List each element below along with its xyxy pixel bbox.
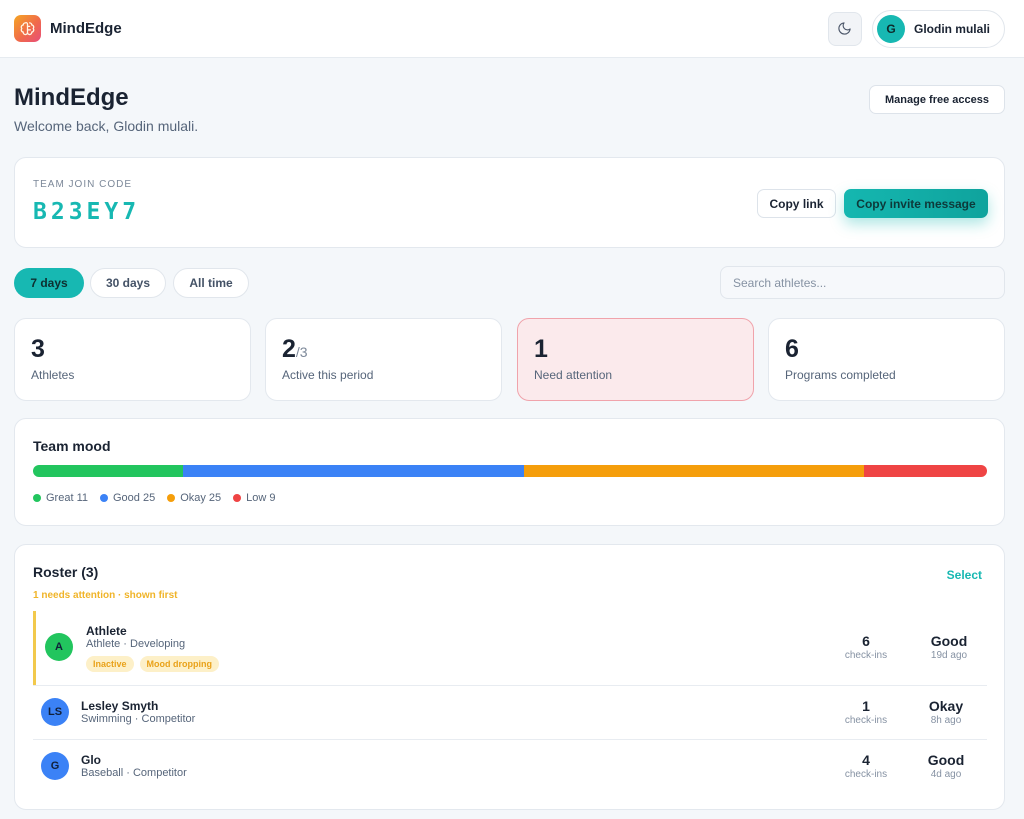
stat-programs: 6 Programs completed: [768, 318, 1005, 401]
table-row[interactable]: A Athlete Athlete · Developing Inactive …: [33, 611, 987, 685]
checkins-label: check-ins: [844, 650, 888, 661]
brain-icon: [14, 15, 41, 42]
stat-label: Need attention: [534, 368, 613, 382]
good-dot-icon: [100, 494, 108, 502]
stat-label: Active this period: [282, 368, 374, 382]
athlete-name: Athlete: [86, 624, 127, 638]
mood-title: Team mood: [33, 438, 111, 454]
legend-label: Low 9: [246, 492, 276, 504]
stat-value: 1: [534, 335, 548, 363]
stat-value: 6: [785, 335, 799, 363]
checkins-label: check-ins: [844, 769, 888, 780]
page-title: MindEdge: [14, 84, 129, 111]
mood-segment-low: [864, 465, 987, 477]
avatar: G: [41, 752, 69, 780]
attention-note: 1 needs attention · shown first: [33, 590, 178, 601]
copy-link-button[interactable]: Copy link: [757, 189, 836, 218]
manage-free-access-button[interactable]: Manage free access: [869, 85, 1005, 114]
brand[interactable]: MindEdge: [14, 15, 122, 42]
stat-athletes: 3 Athletes: [14, 318, 251, 401]
avatar: A: [45, 633, 73, 661]
stat-label: Programs completed: [785, 368, 896, 382]
last-seen: 4d ago: [930, 769, 962, 780]
athlete-meta: Athlete · Developing: [86, 638, 186, 650]
copy-invite-button[interactable]: Copy invite message: [844, 189, 988, 218]
roster-title: Roster (3): [33, 564, 99, 580]
roster-card: Roster (3) Select 1 needs attention · sh…: [14, 544, 1005, 810]
mood-value: Okay: [928, 698, 964, 714]
stat-value: 2: [282, 335, 296, 363]
tag-mood-dropping: Mood dropping: [139, 656, 220, 672]
legend-label: Great 11: [46, 492, 88, 504]
avatar: G: [876, 14, 905, 43]
mood-segment-great: [33, 465, 183, 477]
avatar: LS: [41, 698, 69, 726]
legend-okay: Okay 25: [167, 492, 221, 504]
search-input[interactable]: [720, 266, 1005, 299]
stat-need-attention[interactable]: 1 Need attention: [517, 318, 754, 401]
mood-value: Good: [927, 752, 965, 768]
filter-7-days[interactable]: 7 days: [14, 268, 84, 298]
stat-label: Athletes: [31, 368, 75, 382]
checkins-label: check-ins: [844, 715, 888, 726]
join-code: B23EY7: [33, 199, 141, 225]
athlete-name: Glo: [81, 753, 101, 767]
stat-sub: /3: [295, 344, 308, 360]
low-dot-icon: [233, 494, 242, 502]
table-row[interactable]: G Glo Baseball · Competitor 4 check-ins …: [33, 739, 987, 793]
welcome-text: Welcome back, Glodin mulali.: [14, 118, 199, 134]
mood-legend: Great 11 Good 25 Okay 25 Low 9: [33, 492, 276, 504]
filter-all-time[interactable]: All time: [173, 268, 249, 298]
theme-toggle-button[interactable]: [827, 11, 862, 46]
legend-label: Okay 25: [180, 492, 222, 504]
great-dot-icon: [33, 494, 41, 502]
filter-30-days[interactable]: 30 days: [90, 268, 166, 298]
brand-name: MindEdge: [50, 20, 122, 37]
checkins-count: 4: [862, 752, 870, 768]
last-seen: 19d ago: [930, 650, 968, 661]
user-name: Glodin mulali: [913, 21, 990, 36]
top-bar: MindEdge G Glodin mulali: [0, 0, 1024, 58]
mood-segment-okay: [523, 465, 865, 477]
mood-segment-good: [182, 465, 524, 477]
stat-active: 2/3 Active this period: [265, 318, 502, 401]
legend-good: Good 25: [100, 492, 155, 504]
mood-bar: [33, 465, 987, 477]
athlete-meta: Swimming · Competitor: [81, 713, 196, 725]
mood-value: Good: [930, 633, 968, 649]
team-join-card: TEAM JOIN CODE B23EY7 Copy link Copy inv…: [14, 157, 1005, 248]
table-row[interactable]: LS Lesley Smyth Swimming · Competitor 1 …: [33, 685, 987, 739]
team-mood-card: Team mood Great 11 Good 25 Okay 25 Low 9: [14, 418, 1005, 526]
legend-low: Low 9: [233, 492, 276, 504]
last-seen: 8h ago: [930, 715, 962, 726]
checkins-count: 6: [862, 633, 870, 649]
moon-icon: [838, 22, 852, 35]
legend-label: Good 25: [113, 492, 156, 504]
join-code-label: TEAM JOIN CODE: [33, 179, 133, 190]
athlete-meta: Baseball · Competitor: [81, 767, 187, 779]
stat-value: 3: [31, 335, 45, 363]
tag-inactive: Inactive: [86, 656, 134, 672]
select-button[interactable]: Select: [947, 568, 982, 582]
athlete-tags: Inactive Mood dropping: [86, 656, 220, 672]
legend-great: Great 11: [33, 492, 88, 504]
checkins-count: 1: [862, 698, 870, 714]
user-menu-button[interactable]: G Glodin mulali: [871, 9, 1005, 48]
athlete-name: Lesley Smyth: [81, 699, 159, 713]
okay-dot-icon: [167, 494, 176, 502]
